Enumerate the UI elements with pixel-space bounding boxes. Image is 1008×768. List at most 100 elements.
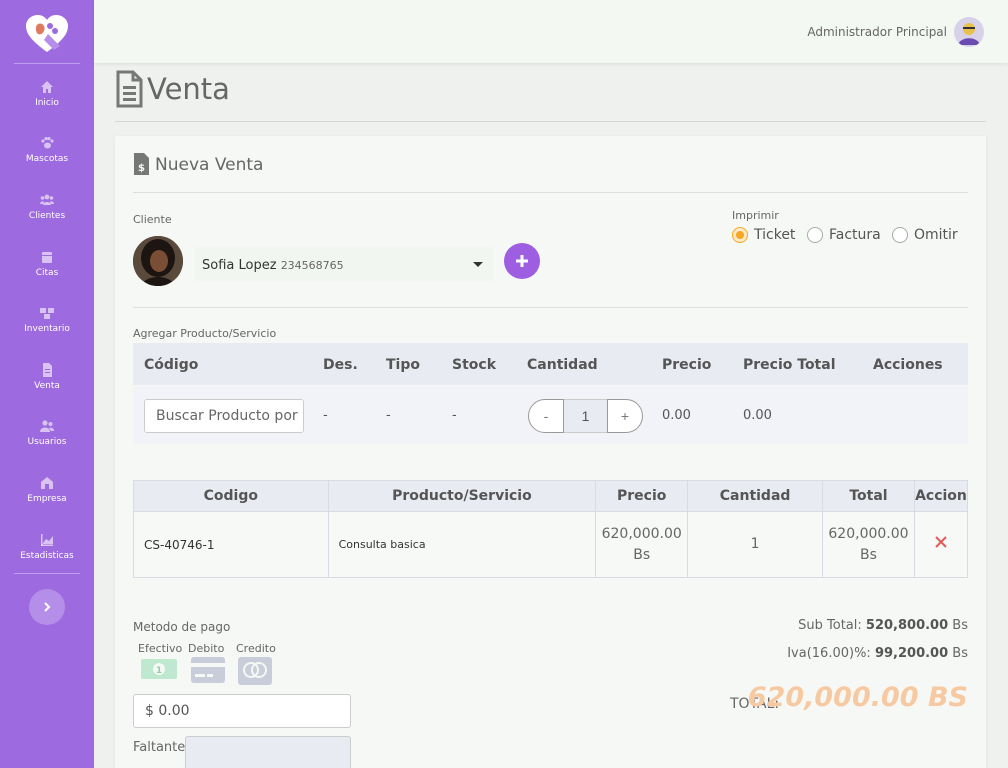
decrement-button[interactable]: - [528, 399, 564, 433]
codigo-cell: CS-40746-1 [133, 511, 329, 578]
sale-card: $ Nueva Venta Cliente Sofia Lopez 234568… [115, 136, 986, 768]
title-divider [115, 121, 986, 122]
client-select[interactable]: Sofia Lopez 234568765 [195, 247, 493, 281]
svg-text:1: 1 [156, 666, 162, 676]
building-icon [41, 477, 53, 489]
faltante-field[interactable] [185, 736, 351, 768]
sidebar-item-usuarios[interactable]: Usuarios [0, 419, 94, 469]
payment-method-label: Metodo de pago [133, 620, 231, 634]
col-precio: Precio [595, 480, 689, 512]
credito-label: Credito [236, 642, 276, 655]
radio-label: Factura [829, 227, 881, 243]
home-icon [41, 81, 53, 93]
sidebar-item-inicio[interactable]: Inicio [0, 80, 94, 130]
delete-icon[interactable] [935, 536, 947, 548]
accion-cell [913, 511, 969, 578]
product-search-input[interactable]: Buscar Producto por [144, 399, 304, 433]
avatar-icon [954, 17, 984, 47]
user-name[interactable]: Administrador Principal [807, 25, 947, 39]
iva-label: Iva(16.00)%: [787, 646, 871, 661]
items-table-header: Codigo Producto/Servicio Precio Cantidad… [133, 480, 969, 512]
sidebar-item-label: Inventario [24, 324, 70, 334]
sidebar-item-label: Empresa [27, 494, 67, 504]
topbar: Administrador Principal [94, 0, 1008, 63]
page-title: Venta [147, 72, 230, 106]
col-stock: Stock [452, 357, 497, 373]
client-photo-icon [133, 236, 183, 286]
col-total: Total [822, 480, 915, 512]
divider [133, 192, 968, 193]
invoice-icon [43, 363, 52, 377]
sidebar-item-label: Venta [34, 381, 60, 391]
boxes-icon [40, 308, 54, 319]
sidebar-item-label: Inicio [35, 98, 59, 108]
sidebar-item-citas[interactable]: Citas [0, 250, 94, 300]
credit-card-icon[interactable] [238, 657, 272, 685]
chart-icon [41, 534, 53, 546]
product-entry-row: Buscar Producto por - - - - 1 + 0.00 0.0… [133, 386, 968, 444]
print-label: Imprimir [732, 209, 779, 222]
sidebar-item-inventario[interactable]: Inventario [0, 306, 94, 356]
sidebar-item-venta[interactable]: Venta [0, 363, 94, 413]
table-row: CS-40746-1 Consulta basica 620,000.00 Bs … [133, 511, 969, 578]
col-des: Des. [323, 357, 358, 373]
caret-down-icon [473, 262, 483, 267]
user-avatar[interactable] [954, 17, 984, 47]
faltante-label: Faltante: [133, 740, 190, 755]
precio-total-value: 0.00 [743, 408, 772, 423]
col-precio-total: Precio Total [743, 357, 836, 373]
currency: Bs [952, 618, 968, 633]
vet-logo-icon[interactable] [24, 14, 70, 54]
cash-icon[interactable]: 1 [141, 657, 177, 681]
svg-text:$: $ [138, 163, 145, 174]
add-client-button[interactable] [504, 243, 540, 279]
total-value: 620,000.00 BS [747, 682, 968, 713]
product-table-header: Código Des. Tipo Stock Cantidad Precio P… [133, 343, 968, 385]
sidebar-item-clientes[interactable]: Clientes [0, 193, 94, 243]
increment-button[interactable]: + [607, 399, 643, 433]
sidebar-divider [14, 63, 80, 64]
client-avatar [133, 236, 183, 286]
radio-label: Ticket [754, 227, 796, 243]
cantidad-cell[interactable]: 1 [687, 511, 823, 578]
subtotal-value: 520,800.00 [865, 618, 949, 633]
radio-circle [732, 227, 748, 243]
sidebar-item-label: Clientes [28, 211, 66, 221]
add-product-label: Agregar Producto/Servicio [133, 327, 277, 340]
invoice-dollar-icon: $ [134, 153, 149, 175]
client-ci: 234568765 [280, 259, 344, 272]
sidebar-item-label: Usuarios [27, 437, 67, 447]
debito-label: Debito [188, 642, 225, 655]
iva-value: 99,200.00 [874, 646, 949, 661]
sidebar-item-label: Citas [35, 268, 59, 278]
sidebar-item-mascotas[interactable]: Mascotas [0, 136, 94, 186]
precio-unit: Bs [633, 546, 651, 563]
calendar-icon [42, 252, 52, 263]
cash-amount-input[interactable]: $ 0.00 [133, 694, 351, 728]
quantity-input[interactable]: 1 [564, 399, 607, 433]
stock-value: - [452, 408, 457, 423]
divider [133, 307, 968, 308]
total-cell: 620,000.00 Bs [822, 511, 915, 578]
user-group-icon [40, 420, 54, 432]
users-icon [40, 194, 54, 205]
precio-value: 0.00 [662, 408, 691, 423]
col-codigo: Código [144, 357, 199, 373]
items-table: Codigo Producto/Servicio Precio Cantidad… [133, 480, 969, 578]
radio-circle [807, 227, 823, 243]
sidebar-toggle-button[interactable] [29, 589, 65, 625]
sidebar-item-estadisticas[interactable]: Estadisticas [0, 533, 94, 583]
precio-cell: 620,000.00 Bs [595, 511, 689, 578]
sidebar: Inicio Mascotas Clientes Citas Inventari… [0, 0, 94, 768]
col-precio: Precio [662, 357, 712, 373]
col-cantidad: Cantidad [687, 480, 823, 512]
producto-cell: Consulta basica [327, 511, 597, 578]
precio-amount: 620,000.00 [601, 525, 682, 542]
sidebar-item-empresa[interactable]: Empresa [0, 476, 94, 526]
sidebar-divider [14, 573, 80, 574]
col-producto: Producto/Servicio [327, 480, 597, 512]
debit-card-icon[interactable] [191, 657, 225, 683]
currency: Bs [952, 646, 968, 661]
col-accion: Accion [913, 480, 969, 512]
radio-label: Omitir [914, 227, 958, 243]
